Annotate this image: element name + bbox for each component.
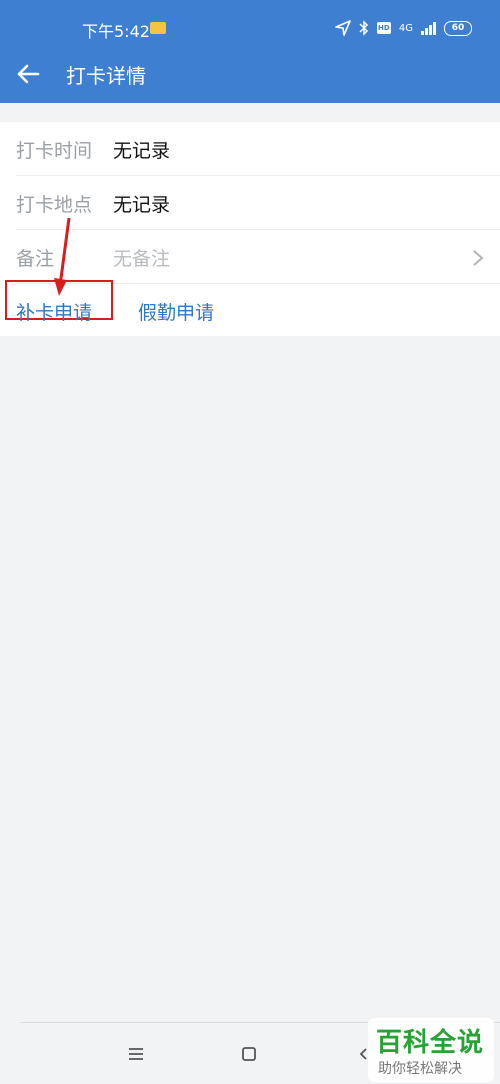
row-label: 打卡地点	[16, 194, 93, 216]
home-icon[interactable]	[237, 1042, 261, 1066]
watermark: 百科全说 助你轻松解决	[368, 1018, 494, 1082]
sim-badge-icon	[150, 22, 166, 34]
menu-icon[interactable]	[124, 1042, 148, 1066]
status-time: 下午5:42	[82, 22, 150, 41]
row-value: 无备注	[113, 248, 171, 270]
watermark-subtitle: 助你轻松解决	[378, 1061, 462, 1077]
bluetooth-icon	[359, 20, 368, 36]
battery-icon: 60	[444, 20, 472, 36]
location-arrow-icon	[335, 20, 351, 36]
arrow-left-icon	[17, 64, 40, 84]
back-button[interactable]	[10, 54, 50, 94]
signal-icon	[421, 21, 436, 35]
network-type: 4G	[398, 22, 413, 34]
hd-badge: HD	[376, 22, 391, 34]
row-value: 无记录	[113, 140, 171, 162]
status-icons: HD 4G 60	[335, 18, 472, 38]
row-punch-time: 打卡时间 无记录	[0, 122, 500, 176]
watermark-title: 百科全说	[376, 1028, 485, 1058]
page-title: 打卡详情	[66, 64, 146, 88]
app-header: 下午5:42 HD 4G 60 打卡详情	[0, 0, 500, 103]
makeup-punch-link[interactable]: 补卡申请	[16, 298, 92, 325]
row-label: 打卡时间	[16, 140, 93, 162]
row-value: 无记录	[113, 194, 171, 216]
leave-request-link[interactable]: 假勤申请	[138, 298, 214, 325]
annotation-arrow-icon	[54, 218, 71, 296]
chevron-right-icon	[473, 250, 484, 266]
nav-row: 打卡详情	[0, 50, 500, 98]
